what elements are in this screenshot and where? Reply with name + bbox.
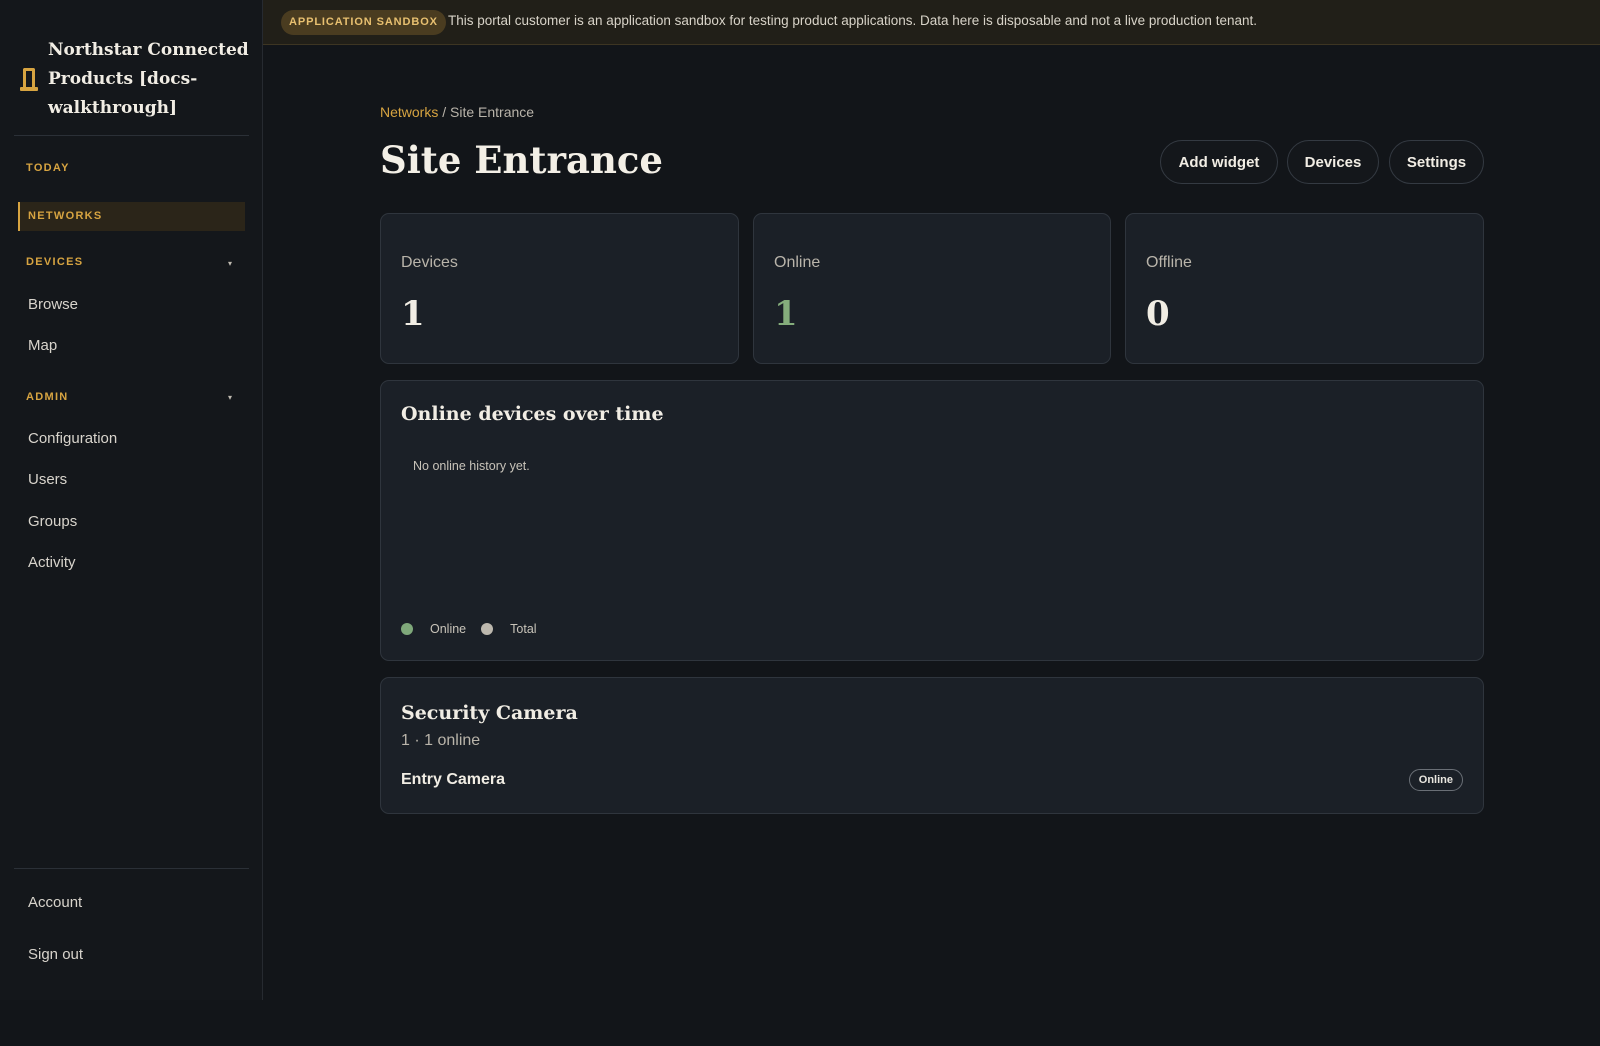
sidebar-section-admin[interactable]: ADMIN bbox=[26, 391, 69, 403]
device-group-summary: 1 · 1 online bbox=[401, 732, 481, 749]
sidebar-item-configuration[interactable]: Configuration bbox=[28, 430, 117, 447]
sidebar-item-today[interactable]: TODAY bbox=[26, 162, 70, 174]
breadcrumb-separator: / bbox=[438, 104, 451, 120]
sidebar-divider bbox=[14, 868, 249, 869]
sandbox-badge: APPLICATION SANDBOX bbox=[281, 10, 446, 35]
breadcrumb: Networks / Site Entrance bbox=[380, 104, 534, 120]
devices-button[interactable]: Devices bbox=[1287, 140, 1379, 184]
sidebar-item-label: NETWORKS bbox=[28, 210, 103, 222]
brand-name: Northstar Connected Products [docs-walkt… bbox=[48, 40, 249, 118]
sidebar-item-map[interactable]: Map bbox=[28, 337, 57, 354]
legend-online-swatch bbox=[401, 623, 413, 635]
add-widget-button[interactable]: Add widget bbox=[1160, 140, 1278, 184]
legend-online-label: Online bbox=[430, 622, 467, 636]
stat-label: Devices bbox=[401, 254, 458, 271]
breadcrumb-current: Site Entrance bbox=[450, 104, 535, 120]
sign-out-link[interactable]: Sign out bbox=[28, 946, 83, 963]
online-devices-chart-card: Online devices over time No online histo… bbox=[380, 380, 1484, 661]
chevron-down-icon[interactable]: ▾ bbox=[228, 259, 232, 268]
page-title: Site Entrance bbox=[380, 138, 663, 182]
chart-legend: Online Total bbox=[401, 622, 537, 636]
sidebar-item-groups[interactable]: Groups bbox=[28, 513, 77, 530]
sandbox-banner: APPLICATION SANDBOX This portal customer… bbox=[263, 0, 1600, 45]
stat-card-online: Online 1 bbox=[753, 213, 1111, 364]
stat-label: Offline bbox=[1146, 254, 1192, 271]
sidebar-item-users[interactable]: Users bbox=[28, 471, 67, 488]
sidebar: Northstar Connected Products [docs-walkt… bbox=[0, 0, 263, 1000]
stat-card-devices: Devices 1 bbox=[380, 213, 739, 364]
chart-title: Online devices over time bbox=[401, 403, 664, 425]
sidebar-item-networks[interactable]: NETWORKS bbox=[18, 202, 245, 231]
brand[interactable]: Northstar Connected Products [docs-walkt… bbox=[20, 36, 250, 123]
breadcrumb-link-networks[interactable]: Networks bbox=[380, 104, 438, 120]
sidebar-section-devices[interactable]: DEVICES bbox=[26, 256, 83, 268]
stat-value: 1 bbox=[401, 294, 425, 334]
stat-value: 0 bbox=[1146, 294, 1170, 334]
sidebar-item-activity[interactable]: Activity bbox=[28, 554, 76, 571]
chevron-down-icon[interactable]: ▾ bbox=[228, 393, 232, 402]
device-group-title[interactable]: Security Camera bbox=[401, 702, 578, 724]
legend-total-swatch bbox=[481, 623, 494, 635]
chart-empty-message: No online history yet. bbox=[413, 459, 530, 473]
sidebar-item-browse[interactable]: Browse bbox=[28, 296, 78, 313]
legend-total-label: Total bbox=[510, 622, 537, 636]
settings-button[interactable]: Settings bbox=[1389, 140, 1484, 184]
stat-value: 1 bbox=[774, 294, 798, 334]
stat-card-offline: Offline 0 bbox=[1125, 213, 1484, 364]
device-group-card: Security Camera 1 · 1 online Entry Camer… bbox=[380, 677, 1484, 814]
device-name[interactable]: Entry Camera bbox=[401, 771, 505, 789]
status-badge: Online bbox=[1408, 769, 1463, 791]
network-pole-icon bbox=[20, 66, 40, 94]
stat-label: Online bbox=[774, 254, 821, 271]
sidebar-divider bbox=[14, 135, 249, 136]
sidebar-item-account[interactable]: Account bbox=[28, 894, 82, 911]
sandbox-banner-text: This portal customer is an application s… bbox=[448, 13, 1257, 28]
